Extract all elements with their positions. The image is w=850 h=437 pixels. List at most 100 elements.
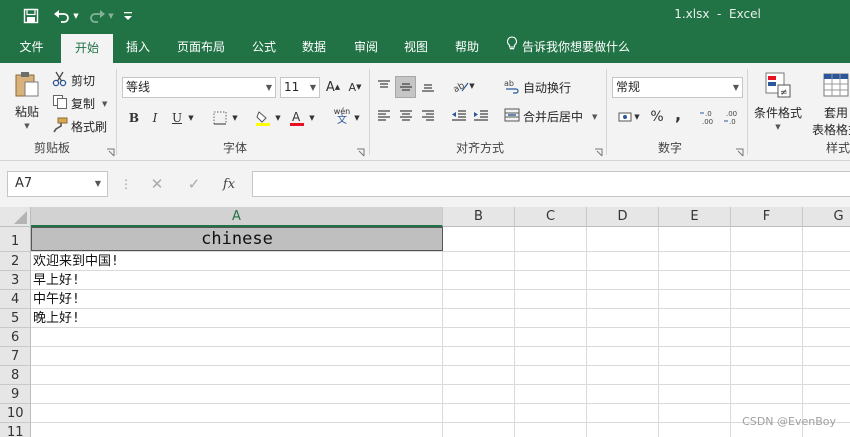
paste-icon [13, 70, 41, 101]
increase-decimal-icon[interactable]: .0.00 [699, 108, 717, 126]
worksheet-grid[interactable]: A B C D E F G 1 2 3 4 5 6 7 8 9 10 11 ch… [0, 207, 850, 437]
italic-icon[interactable]: I [146, 109, 164, 127]
format-painter-button[interactable]: 格式刷 [52, 117, 107, 136]
align-bottom-icon[interactable] [419, 77, 437, 95]
column-header-E[interactable]: E [659, 207, 731, 227]
format-as-table-icon [822, 71, 850, 102]
column-header-D[interactable]: D [587, 207, 659, 227]
cell-A2[interactable]: 欢迎来到中国! [32, 252, 119, 271]
svg-text:.0: .0 [729, 118, 736, 125]
fill-color-dropdown-icon[interactable]: ▼ [273, 109, 283, 127]
cell-A3[interactable]: 早上好! [32, 271, 80, 290]
format-as-table-button[interactable]: 套用 表格格式 [808, 71, 850, 138]
tell-me-box[interactable]: 告诉我你想要做什么 [506, 32, 630, 63]
number-format-select[interactable]: 常规 ▼ [612, 77, 743, 98]
copy-button[interactable]: 复制 ▼ [52, 94, 107, 113]
fill-color-icon[interactable] [254, 109, 272, 127]
underline-dropdown-icon[interactable]: ▼ [186, 109, 196, 127]
align-center-icon[interactable] [397, 107, 415, 125]
underline-icon[interactable]: U [168, 109, 186, 127]
bold-icon[interactable]: B [125, 109, 143, 127]
grow-font-icon[interactable]: A ▲ [324, 78, 342, 96]
orientation-icon[interactable]: ab ▼ [450, 77, 478, 95]
tab-help[interactable]: 帮助 [446, 32, 488, 63]
font-color-icon[interactable]: A [288, 109, 306, 127]
shrink-font-icon[interactable]: A ▼ [346, 78, 364, 96]
align-middle-icon[interactable] [395, 76, 416, 98]
row-header-5[interactable]: 5 [0, 309, 31, 328]
font-group-label: 字体 [222, 141, 247, 155]
clipboard-launcher-icon[interactable] [106, 146, 115, 157]
cell-A5[interactable]: 晚上好! [32, 309, 80, 328]
row-header-8[interactable]: 8 [0, 366, 31, 385]
decrease-decimal-icon[interactable]: .00.0 [723, 108, 741, 126]
tab-formulas[interactable]: 公式 [243, 32, 285, 63]
cell-A4[interactable]: 中午好! [32, 290, 80, 309]
alignment-launcher-icon[interactable] [594, 146, 603, 157]
paste-button[interactable]: 粘贴 ▼ [12, 70, 42, 130]
styles-group-label: 样式 [826, 141, 850, 155]
svg-text:ab: ab [504, 79, 514, 88]
font-color-dropdown-icon[interactable]: ▼ [307, 109, 317, 127]
row-header-10[interactable]: 10 [0, 404, 31, 423]
lightbulb-icon [506, 32, 518, 63]
wrap-text-icon: ab [504, 78, 520, 97]
cancel-entry-icon[interactable]: ✕ [148, 175, 166, 193]
tab-insert[interactable]: 插入 [117, 32, 159, 63]
formula-bar: A7 ▼ ⋮ ✕ ✓ fx [0, 161, 850, 207]
font-size-select[interactable]: 11 ▼ [280, 77, 320, 98]
tab-data[interactable]: 数据 [293, 32, 335, 63]
accounting-format-icon[interactable]: ▼ [614, 108, 644, 126]
tab-home[interactable]: 开始 [61, 34, 113, 63]
title-bar: ▼ ▼ 1.xlsx - Excel [0, 0, 850, 32]
formula-input[interactable] [252, 171, 850, 197]
borders-icon[interactable] [211, 109, 229, 127]
formula-bar-grip[interactable]: ⋮ [120, 175, 132, 193]
phonetic-guide-icon[interactable]: wén 文 [331, 107, 353, 126]
number-group-label: 数字 [657, 141, 682, 155]
tab-page-layout[interactable]: 页面布局 [167, 32, 235, 63]
font-launcher-icon[interactable] [356, 146, 365, 157]
column-header-F[interactable]: F [731, 207, 803, 227]
window-title: 1.xlsx - Excel [674, 7, 761, 21]
row-header-3[interactable]: 3 [0, 271, 31, 290]
font-name-select[interactable]: 等线 ▼ [122, 77, 276, 98]
merge-center-button[interactable]: 合并后居中 ▼ [504, 108, 597, 125]
svg-text:.0: .0 [705, 110, 712, 118]
align-top-icon[interactable] [375, 77, 393, 95]
name-box[interactable]: A7 ▼ [7, 171, 108, 197]
align-left-icon[interactable] [375, 107, 393, 125]
cell-A1[interactable]: chinese [31, 227, 443, 251]
paintbrush-icon [52, 117, 68, 136]
tab-view[interactable]: 视图 [395, 32, 437, 63]
merge-center-icon [504, 108, 520, 125]
borders-dropdown-icon[interactable]: ▼ [230, 109, 240, 127]
row-header-1[interactable]: 1 [0, 227, 31, 252]
insert-function-icon[interactable]: fx [220, 175, 238, 193]
percent-style-icon[interactable]: % [648, 108, 666, 126]
row-header-7[interactable]: 7 [0, 347, 31, 366]
row-header-6[interactable]: 6 [0, 328, 31, 347]
row-header-9[interactable]: 9 [0, 385, 31, 404]
select-all-button[interactable] [0, 207, 31, 227]
column-header-A[interactable]: A [31, 207, 443, 227]
cut-button[interactable]: 剪切 [52, 71, 95, 90]
phonetic-dropdown-icon[interactable]: ▼ [352, 109, 362, 127]
conditional-formatting-button[interactable]: ≠ 条件格式 ▼ [752, 71, 804, 131]
svg-text:A: A [292, 110, 301, 124]
tab-file[interactable]: 文件 [8, 32, 55, 63]
align-right-icon[interactable] [419, 107, 437, 125]
column-header-C[interactable]: C [515, 207, 587, 227]
row-header-11[interactable]: 11 [0, 423, 31, 437]
comma-style-icon[interactable]: , [669, 105, 687, 124]
row-header-2[interactable]: 2 [0, 252, 31, 271]
tab-review[interactable]: 审阅 [345, 32, 387, 63]
wrap-text-button[interactable]: ab 自动换行 [504, 78, 571, 97]
confirm-entry-icon[interactable]: ✓ [185, 175, 203, 193]
number-launcher-icon[interactable] [735, 146, 744, 157]
row-header-4[interactable]: 4 [0, 290, 31, 309]
column-header-G[interactable]: G [803, 207, 850, 227]
column-header-B[interactable]: B [443, 207, 515, 227]
decrease-indent-icon[interactable] [450, 107, 468, 125]
increase-indent-icon[interactable] [472, 107, 490, 125]
